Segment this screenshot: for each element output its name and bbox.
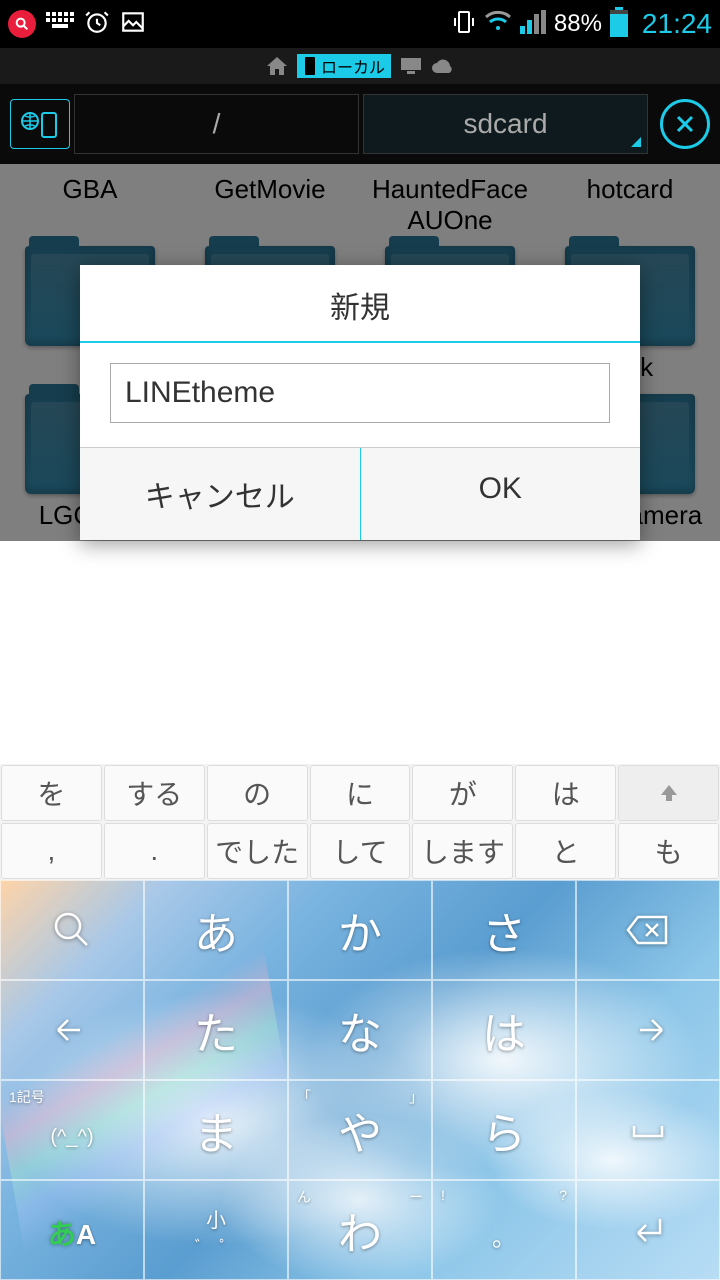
suggestion-row-2: , . でした して します と も [0,822,720,880]
kb-mode-key[interactable]: あA [0,1180,144,1280]
status-bar: 88% 21:24 [0,0,720,48]
tab-home-icon[interactable] [265,56,289,76]
kb-key-na[interactable]: な [288,980,432,1080]
suggest-key[interactable]: の [207,765,308,821]
battery-icon [610,7,628,42]
ok-button[interactable]: OK [361,448,641,540]
new-folder-dialog: 新規 キャンセル OK [80,265,640,540]
vibrate-icon [452,8,476,41]
kb-key-ta[interactable]: た [144,980,288,1080]
suggest-key[interactable]: も [618,823,719,879]
kb-key-ra[interactable]: ら [432,1080,576,1180]
suggest-key[interactable]: を [1,765,102,821]
signal-icon [520,10,546,39]
tab-bar: ローカル [0,48,720,84]
kb-key-ya[interactable]: 「」や [288,1080,432,1180]
picture-icon [120,9,146,40]
suggest-key[interactable]: は [515,765,616,821]
device-icon[interactable] [10,99,70,149]
cancel-button[interactable]: キャンセル [80,448,361,540]
wifi-icon [484,10,512,39]
search-icon [8,10,36,38]
suggest-key[interactable]: . [104,823,205,879]
path-current[interactable]: sdcard [363,94,648,154]
tab-cloud-icon[interactable] [431,56,455,76]
tab-local[interactable]: ローカル [297,54,391,78]
suggestion-row-1: を する の に が は [0,764,720,822]
folder-name-input[interactable] [110,363,610,423]
kb-key-ha[interactable]: は [432,980,576,1080]
suggest-key[interactable]: する [104,765,205,821]
kb-search-icon[interactable] [0,880,144,980]
kb-left-arrow-icon[interactable] [0,980,144,1080]
dialog-title: 新規 [80,265,640,341]
kb-key-a[interactable]: あ [144,880,288,980]
kb-symbol-key[interactable]: 1記号(^_^) [0,1080,144,1180]
keyboard-icon [46,12,74,37]
suggest-up-icon[interactable] [618,765,719,821]
clock: 21:24 [642,8,712,40]
close-button[interactable] [660,99,710,149]
kb-punct-key[interactable]: !?。 [432,1180,576,1280]
suggest-key[interactable]: , [1,823,102,879]
kb-key-ka[interactable]: か [288,880,432,980]
suggest-key[interactable]: と [515,823,616,879]
kb-right-arrow-icon[interactable] [576,980,720,1080]
suggest-key[interactable]: して [310,823,411,879]
status-left [8,9,146,40]
keyboard: を する の に が は , . でした して します と も あ か さ [0,764,720,1280]
kb-small-key[interactable]: 小゛ ゜ [144,1180,288,1280]
status-right: 88% 21:24 [452,7,712,42]
suggest-key[interactable]: します [412,823,513,879]
suggest-key[interactable]: に [310,765,411,821]
suggest-key[interactable]: でした [207,823,308,879]
kb-key-sa[interactable]: さ [432,880,576,980]
alarm-icon [84,9,110,40]
tab-computer-icon[interactable] [399,56,423,76]
kb-enter-icon[interactable] [576,1180,720,1280]
kb-backspace-icon[interactable] [576,880,720,980]
path-bar: / sdcard [0,84,720,164]
path-root[interactable]: / [74,94,359,154]
battery-percent: 88% [554,10,602,38]
kb-space-icon[interactable] [576,1080,720,1180]
kb-key-wa[interactable]: んーわ [288,1180,432,1280]
suggest-key[interactable]: が [412,765,513,821]
kb-key-ma[interactable]: ま [144,1080,288,1180]
